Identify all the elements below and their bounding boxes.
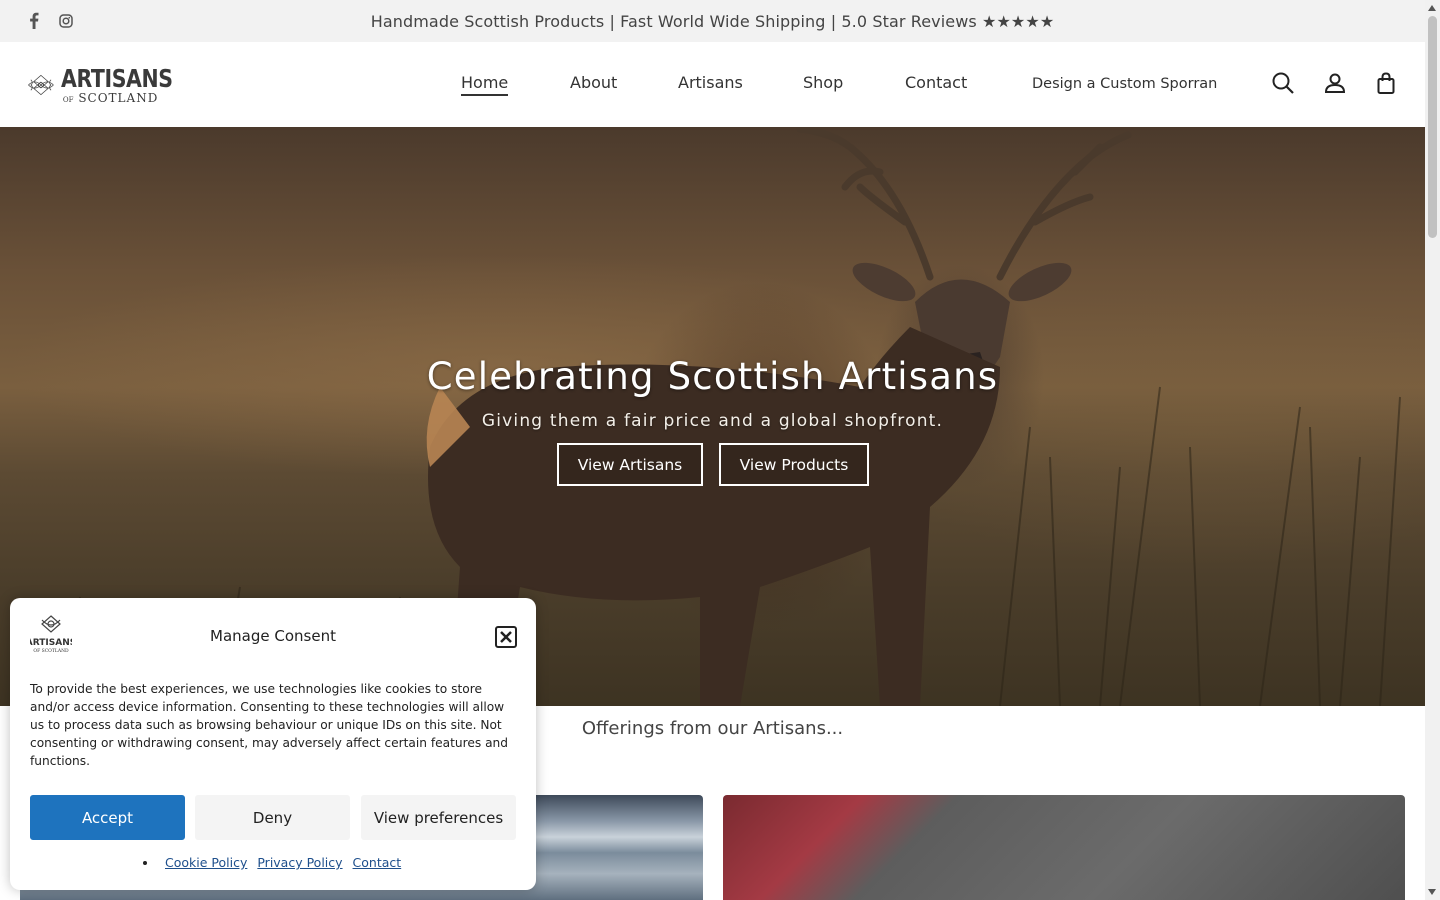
svg-text:OF SCOTLAND: OF SCOTLAND [33, 648, 69, 654]
nav-contact[interactable]: Contact [905, 73, 967, 92]
view-preferences-button[interactable]: View preferences [361, 795, 516, 840]
logo-subline: OF SCOTLAND [62, 91, 159, 105]
cookie-policy-link[interactable]: Cookie Policy [165, 855, 247, 870]
announcement-text: Handmade Scottish Products | Fast World … [370, 11, 1055, 31]
logo-wordmark: ARTISANS [60, 64, 173, 93]
close-icon[interactable] [495, 626, 517, 648]
account-icon[interactable] [1323, 71, 1347, 95]
product-card-image[interactable] [723, 795, 1405, 900]
hero-title: Celebrating Scottish Artisans [426, 355, 999, 398]
facebook-icon[interactable] [26, 11, 42, 31]
scroll-thumb[interactable] [1428, 16, 1437, 238]
announcement-bar: Handmade Scottish Products | Fast World … [0, 0, 1425, 42]
site-logo[interactable]: ARTISANS OF SCOTLAND [27, 62, 197, 108]
nav-home[interactable]: Home [461, 73, 509, 96]
consent-body: To provide the best experiences, we use … [30, 682, 509, 768]
cart-icon[interactable] [1374, 71, 1398, 95]
privacy-policy-link[interactable]: Privacy Policy [257, 855, 342, 870]
cookie-consent-dialog: ARTISANS OF SCOTLAND Manage Consent To p… [10, 598, 536, 890]
site-header: ARTISANS OF SCOTLAND Home About Artisans… [0, 42, 1425, 127]
accept-button[interactable]: Accept [30, 795, 185, 840]
social-links [26, 11, 74, 31]
consent-links: Cookie Policy Privacy Policy Contact [143, 855, 401, 870]
instagram-icon[interactable] [58, 11, 74, 31]
view-artisans-button[interactable]: View Artisans [557, 443, 703, 486]
page-scrollbar[interactable] [1425, 0, 1440, 900]
scroll-down-icon[interactable] [1428, 889, 1436, 895]
nav-shop[interactable]: Shop [803, 73, 843, 92]
view-products-button[interactable]: View Products [719, 443, 869, 486]
nav-custom-sporran[interactable]: Design a Custom Sporran [1032, 76, 1217, 92]
list-bullet [143, 860, 147, 865]
nav-artisans[interactable]: Artisans [678, 73, 743, 92]
nav-about[interactable]: About [570, 73, 617, 92]
scroll-up-icon[interactable] [1428, 5, 1436, 11]
hero-subtitle: Giving them a fair price and a global sh… [481, 411, 944, 431]
consent-title: Manage Consent [210, 627, 336, 645]
deny-button[interactable]: Deny [195, 795, 350, 840]
celtic-knot-logo-icon [28, 74, 54, 96]
search-icon[interactable] [1271, 71, 1295, 95]
contact-link[interactable]: Contact [353, 855, 402, 870]
